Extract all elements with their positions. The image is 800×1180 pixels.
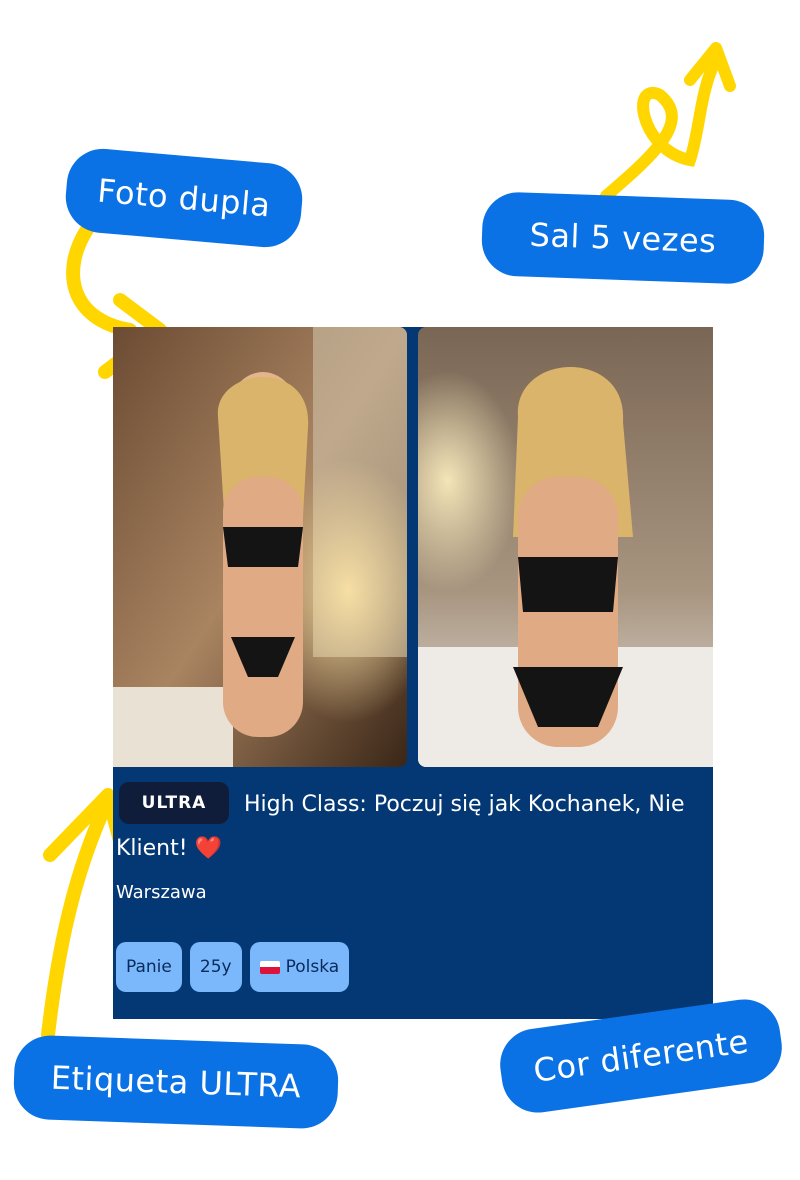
listing-city: Warszawa: [116, 882, 207, 903]
arrow-jumps: [600, 54, 722, 202]
tag-country-label: Polska: [285, 957, 340, 977]
callout-different-color-label: Cor diferente: [531, 1022, 751, 1090]
listing-photo-right[interactable]: [418, 327, 713, 767]
callout-jumps-label: Sal 5 vezes: [528, 215, 717, 261]
callout-jumps: Sal 5 vezes: [480, 191, 766, 285]
tag-age-label: 25y: [199, 957, 232, 977]
callout-ultra-tag: Etiqueta ULTRA: [12, 1034, 340, 1130]
arrow-double-photo: [66, 221, 137, 337]
tag-category[interactable]: Panie: [116, 942, 182, 992]
listing-card[interactable]: High Class: Poczuj się jak Kochanek, Nie…: [113, 327, 713, 1019]
tag-age[interactable]: 25y: [189, 942, 242, 992]
callout-double-photo-label: Foto dupla: [95, 171, 273, 225]
listing-tags: Panie 25y Polska: [116, 942, 350, 992]
callout-ultra-tag-label: Etiqueta ULTRA: [50, 1058, 302, 1106]
tag-category-label: Panie: [126, 957, 172, 977]
listing-photo-left[interactable]: [113, 327, 407, 767]
tag-country[interactable]: Polska: [249, 942, 350, 992]
poland-flag-icon: [259, 960, 280, 974]
ultra-badge: ULTRA: [119, 782, 229, 824]
